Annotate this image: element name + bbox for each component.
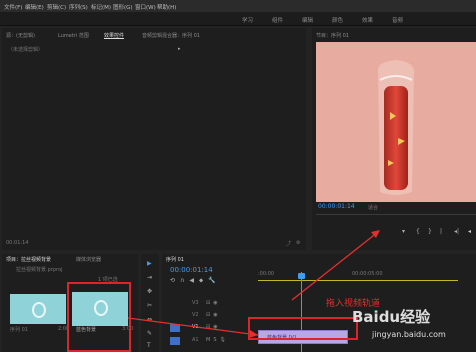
drag-annotation xyxy=(127,230,380,338)
drag-arrow-line xyxy=(127,317,259,336)
watermark-brand: Baidu经验 xyxy=(352,308,431,326)
watermark-url: jingyan.baidu.com xyxy=(372,330,446,339)
to-monitor-arrow-line xyxy=(291,231,379,301)
track-highlight-box xyxy=(248,317,358,340)
